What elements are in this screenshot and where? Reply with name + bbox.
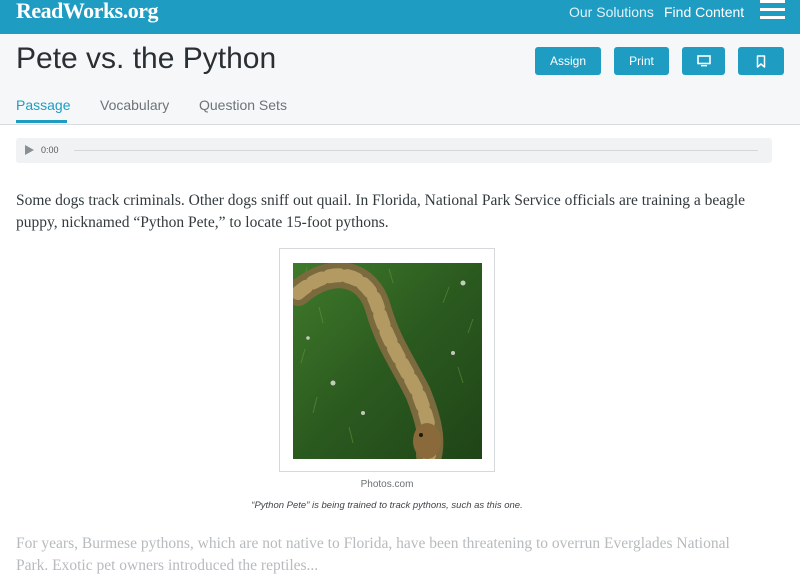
tab-question-sets[interactable]: Question Sets — [199, 97, 287, 113]
audio-player: 0:00 — [16, 138, 772, 163]
passage-paragraph: Some dogs track criminals. Other dogs sn… — [16, 192, 746, 231]
image-credit: Photos.com — [360, 479, 414, 490]
print-button[interactable]: Print — [614, 47, 669, 75]
tab-passage[interactable]: Passage — [16, 97, 70, 113]
assign-button[interactable]: Assign — [535, 47, 601, 75]
nav-our-solutions-link[interactable]: Our Solutions — [569, 4, 654, 20]
readworks-logo[interactable]: ReadWorks.org — [16, 0, 159, 24]
tab-vocabulary[interactable]: Vocabulary — [100, 97, 169, 113]
page-title: Pete vs. the Python — [16, 42, 277, 75]
passage-paragraph: For years, Burmese pythons, which are no… — [16, 535, 730, 574]
python-photo — [293, 263, 482, 459]
hamburger-icon[interactable] — [760, 0, 786, 22]
image-caption: “Python Pete” is being trained to track … — [251, 500, 523, 511]
bookmark-icon — [756, 55, 766, 68]
play-icon[interactable] — [25, 145, 34, 155]
passage-image-frame — [279, 248, 495, 472]
monitor-icon — [696, 55, 711, 67]
present-button[interactable] — [682, 47, 725, 75]
top-navigation-bar: ReadWorks.org Our Solutions Find Content — [0, 0, 800, 34]
article-header: Pete vs. the Python Assign Print Passage… — [0, 34, 800, 125]
active-tab-indicator — [16, 120, 67, 123]
nav-find-content-link[interactable]: Find Content — [664, 4, 744, 20]
audio-progress-track[interactable] — [74, 150, 758, 151]
bookmark-button[interactable] — [738, 47, 784, 75]
audio-time: 0:00 — [41, 145, 59, 155]
